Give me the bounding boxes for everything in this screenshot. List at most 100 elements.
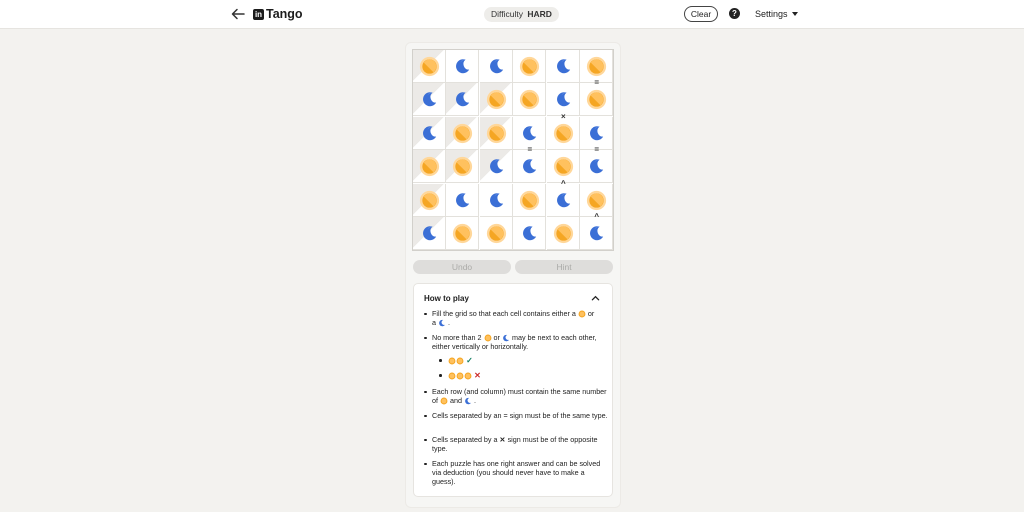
sun-icon bbox=[586, 90, 607, 110]
sun-icon bbox=[419, 190, 440, 210]
hint-button[interactable]: Hint bbox=[515, 260, 613, 274]
rule-text: or bbox=[493, 333, 500, 342]
board-cell[interactable] bbox=[513, 83, 547, 117]
constraint-sign: = bbox=[594, 145, 600, 155]
moon-icon bbox=[465, 397, 472, 405]
chevron-up-icon[interactable] bbox=[591, 294, 600, 303]
board-cell[interactable] bbox=[479, 217, 513, 250]
board-cell bbox=[479, 83, 513, 117]
sun-icon bbox=[520, 90, 540, 110]
moon-icon bbox=[423, 126, 437, 141]
rule-text: Fill the grid so that each cell contains… bbox=[432, 309, 576, 318]
undo-button[interactable]: Undo bbox=[413, 260, 511, 274]
rule-text: or bbox=[587, 309, 595, 318]
sun-icon bbox=[448, 372, 456, 380]
sun-icon bbox=[586, 190, 607, 210]
sun-icon bbox=[453, 157, 473, 177]
board-cell[interactable] bbox=[513, 183, 547, 217]
sun-icon bbox=[486, 223, 506, 244]
moon-icon bbox=[556, 92, 570, 107]
board-cell[interactable] bbox=[546, 50, 580, 83]
difficulty-label: Difficulty bbox=[491, 9, 523, 19]
game-board: = × = = ^ ^ bbox=[412, 49, 614, 251]
example-valid: ✓ bbox=[439, 356, 473, 365]
rule-fill-grid: Fill the grid so that each cell contains… bbox=[424, 309, 610, 327]
constraint-sign: ^ bbox=[594, 212, 600, 221]
sun-icon bbox=[419, 157, 440, 177]
clear-button[interactable]: Clear bbox=[684, 6, 718, 22]
board-cell[interactable] bbox=[513, 50, 547, 83]
constraint-sign: = bbox=[594, 78, 600, 88]
board-cell[interactable] bbox=[446, 183, 480, 217]
rule-equal-sign: Cells separated by an = sign must be of … bbox=[424, 411, 610, 420]
constraint-sign: = bbox=[527, 145, 533, 155]
board-cell bbox=[446, 150, 480, 184]
board-cell bbox=[479, 116, 513, 150]
sun-icon bbox=[486, 90, 506, 110]
back-arrow-icon[interactable] bbox=[230, 6, 246, 22]
constraint-sign: ^ bbox=[560, 178, 566, 188]
board-cell[interactable] bbox=[479, 50, 513, 83]
sun-icon bbox=[448, 357, 456, 365]
moon-icon bbox=[423, 92, 437, 107]
board-cell bbox=[413, 150, 446, 184]
rule-text: Cells separated by an = sign must be of … bbox=[432, 411, 608, 420]
chevron-down-icon bbox=[791, 12, 798, 16]
moon-icon bbox=[456, 192, 470, 207]
difficulty-value: HARD bbox=[527, 9, 552, 19]
difficulty-badge: Difficulty HARD bbox=[484, 7, 559, 22]
rule-text: a bbox=[432, 318, 436, 327]
rule-text: . bbox=[474, 396, 476, 405]
moon-icon bbox=[523, 126, 537, 141]
sun-icon bbox=[586, 56, 607, 77]
board-cell[interactable] bbox=[446, 50, 480, 83]
moon-icon bbox=[590, 226, 604, 241]
board-cell bbox=[413, 50, 446, 83]
board-cell[interactable] bbox=[513, 217, 547, 250]
sun-icon bbox=[484, 334, 491, 342]
sun-icon bbox=[520, 190, 540, 210]
how-to-play-title: How to play bbox=[424, 294, 469, 303]
board-cell[interactable] bbox=[546, 217, 580, 250]
sun-icon bbox=[553, 223, 573, 244]
moon-icon bbox=[439, 319, 446, 327]
sun-icon bbox=[553, 123, 573, 143]
moon-icon bbox=[489, 159, 503, 174]
moon-icon bbox=[556, 59, 570, 74]
moon-icon bbox=[489, 59, 503, 74]
moon-icon bbox=[423, 226, 437, 241]
moon-icon bbox=[523, 159, 537, 174]
moon-icon bbox=[556, 192, 570, 207]
board-cell[interactable] bbox=[446, 217, 480, 250]
cross-icon: ✕ bbox=[474, 371, 481, 380]
game-title: Tango bbox=[266, 7, 303, 21]
board-cell bbox=[413, 83, 446, 117]
settings-label: Settings bbox=[755, 9, 788, 19]
sun-icon bbox=[553, 157, 573, 177]
moon-icon bbox=[456, 59, 470, 74]
board-cell bbox=[413, 217, 446, 250]
example-invalid: ✕ bbox=[439, 371, 481, 380]
board-cell bbox=[446, 116, 480, 150]
rule-equal-count: Each row (and column) must contain the s… bbox=[424, 387, 610, 405]
settings-menu[interactable]: Settings bbox=[755, 9, 798, 19]
rule-no-more-than-two: No more than 2 or may be next to each ot… bbox=[424, 333, 610, 351]
how-to-play-panel: How to play Fill the grid so that each c… bbox=[413, 283, 613, 497]
rule-text: No more than 2 bbox=[432, 333, 482, 342]
sun-icon bbox=[578, 310, 586, 318]
moon-icon bbox=[590, 159, 604, 174]
help-icon[interactable]: ? bbox=[729, 8, 740, 19]
sun-icon bbox=[419, 56, 440, 77]
moon-icon bbox=[503, 334, 509, 342]
top-bar: in Tango Difficulty HARD Clear ? Setting… bbox=[0, 0, 1024, 29]
rule-cross-sign: Cells separated by a ✕ sign must be of t… bbox=[424, 435, 610, 453]
sun-icon bbox=[453, 123, 473, 143]
moon-icon bbox=[590, 126, 604, 141]
board-cell[interactable] bbox=[479, 183, 513, 217]
rule-one-answer: Each puzzle has one right answer and can… bbox=[424, 459, 610, 486]
board-cell bbox=[413, 183, 446, 217]
rule-text: Each puzzle has one right answer and can… bbox=[432, 459, 601, 486]
board-cell bbox=[479, 150, 513, 184]
sun-icon bbox=[464, 372, 472, 380]
checkmark-icon: ✓ bbox=[466, 356, 473, 365]
